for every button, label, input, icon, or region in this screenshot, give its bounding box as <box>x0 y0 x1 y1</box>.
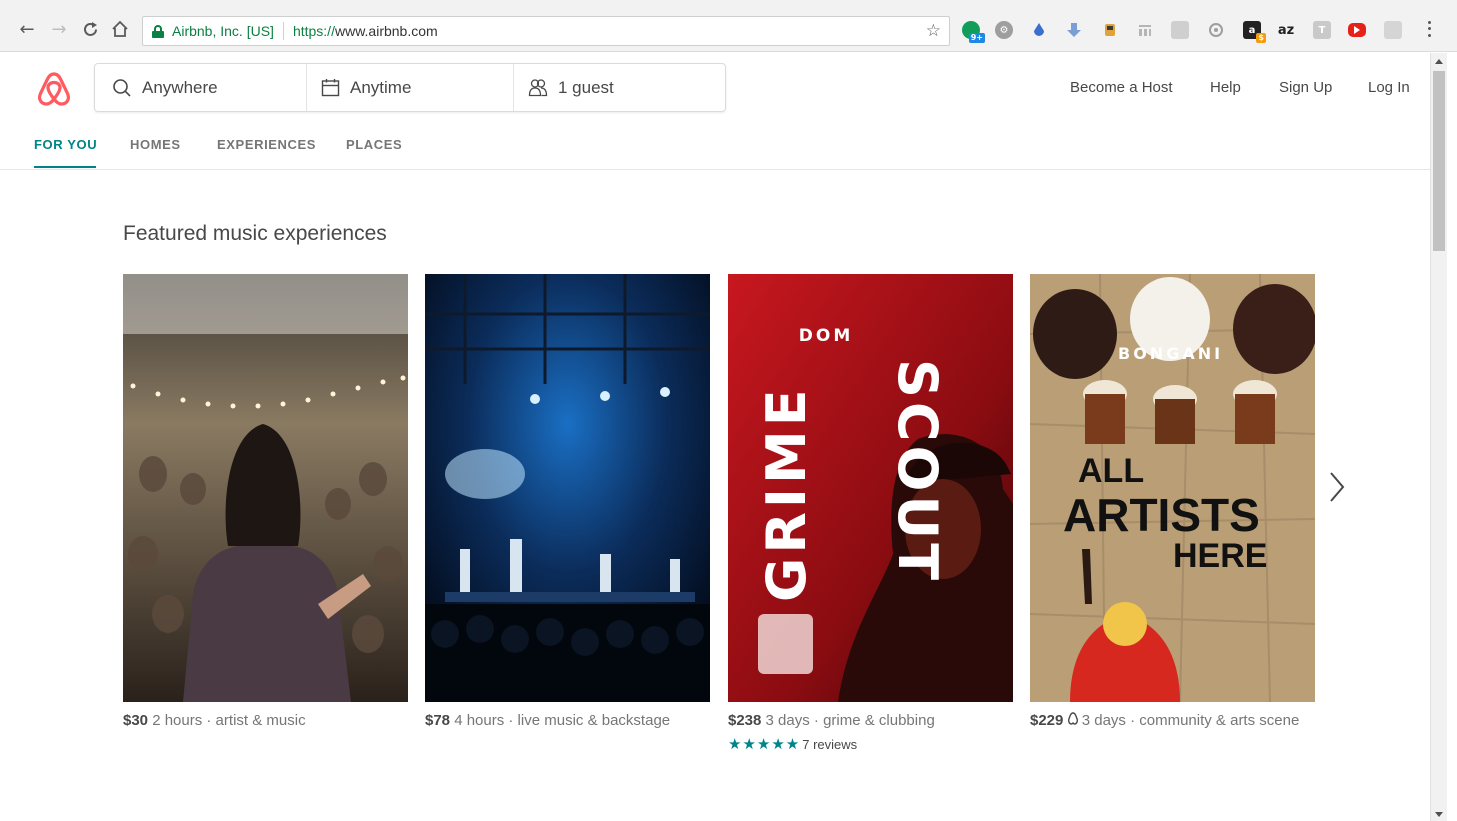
experience-card[interactable]: $30 2 hours · artist & music <box>123 274 408 731</box>
back-icon[interactable]: ← <box>17 19 37 40</box>
experience-photo[interactable]: BONGANI ALL ARTISTS HERE <box>1030 274 1315 702</box>
price: $78 <box>425 712 451 729</box>
location-placeholder: Anywhere <box>142 77 218 97</box>
experience-card[interactable]: DOM GRIME SCOUT $238 3 days · grime & cl… <box>728 274 1013 753</box>
experience-info: $238 3 days · grime & clubbing <box>728 711 1013 731</box>
experience-card[interactable]: BONGANI ALL ARTISTS HERE $229 3 days · c… <box>1030 274 1315 731</box>
experience-details: 3 days · community & arts scene <box>1077 712 1300 729</box>
search-bar[interactable]: Anywhere Anytime 1 guest <box>94 63 726 112</box>
tab-places[interactable]: PLACES <box>346 137 402 152</box>
experience-details: 2 hours · artist & music <box>148 712 306 729</box>
price: $238 <box>728 712 762 729</box>
address-bar[interactable]: Airbnb, Inc. [US] https://www.airbnb.com… <box>142 16 950 46</box>
tab-experiences[interactable]: EXPERIENCES <box>217 137 316 152</box>
hand-ext-icon[interactable] <box>1101 21 1119 39</box>
scroll-down-arrow-icon[interactable] <box>1435 812 1443 817</box>
category-tabs: FOR YOU HOMES EXPERIENCES PLACES <box>0 124 1430 170</box>
guests-search-field[interactable]: 1 guest <box>514 64 725 111</box>
az-ext-label: az <box>1277 22 1295 38</box>
guests-value: 1 guest <box>558 77 614 97</box>
reload-icon[interactable] <box>80 19 100 39</box>
experience-info: $229 3 days · community & arts scene <box>1030 711 1315 731</box>
bookmark-star-icon[interactable]: ☆ <box>926 21 941 41</box>
url-host: www.airbnb.com <box>334 23 438 39</box>
circle-ext-icon[interactable] <box>1207 21 1225 39</box>
log-in-link[interactable]: Log In <box>1368 79 1410 96</box>
settings-ext-icon[interactable]: ⚙ <box>995 21 1013 39</box>
search-icon <box>112 78 132 98</box>
price: $229 <box>1030 712 1064 729</box>
az-ext-icon[interactable]: az <box>1277 21 1295 39</box>
experience-info: $30 2 hours · artist & music <box>123 711 408 731</box>
blue-drop-ext-icon[interactable] <box>1030 21 1048 39</box>
ext-badge: 9+ <box>968 33 985 43</box>
section-title: Featured music experiences <box>123 222 387 245</box>
airbnb-plus-icon <box>1067 712 1078 725</box>
experience-info: $78 4 hours · live music & backstage <box>425 711 710 731</box>
experience-card[interactable]: $78 4 hours · live music & backstage <box>425 274 710 731</box>
help-link[interactable]: Help <box>1210 79 1241 96</box>
experience-photo[interactable]: DOM GRIME SCOUT <box>728 274 1013 702</box>
poster-artist-name: BONGANI <box>1118 344 1224 363</box>
home-icon[interactable] <box>110 19 130 39</box>
scrollbar-thumb[interactable] <box>1433 71 1445 251</box>
amazon-ext-icon[interactable]: a $ <box>1243 21 1266 43</box>
become-host-link[interactable]: Become a Host <box>1070 79 1173 96</box>
t-ext-label: T <box>1318 24 1326 36</box>
star-rating-icon: ★★★★★ <box>728 735 801 753</box>
sign-up-link[interactable]: Sign Up <box>1279 79 1332 96</box>
lock-icon <box>152 24 164 38</box>
poster-artist-name: DOM <box>798 326 854 346</box>
page-scrollbar[interactable] <box>1430 53 1447 821</box>
amazon-ext-label: a <box>1248 24 1256 36</box>
rating: ★★★★★ 7 reviews <box>728 735 1013 753</box>
youtube-ext-icon[interactable] <box>1348 23 1366 37</box>
price: $30 <box>123 712 149 729</box>
reader-ext-icon[interactable] <box>1136 21 1154 39</box>
review-count: 7 reviews <box>802 736 858 752</box>
airbnb-logo-icon[interactable] <box>36 68 72 108</box>
active-tab-indicator <box>34 166 96 168</box>
poster-title-right: SCOUT <box>886 359 949 585</box>
poster-line-3: HERE <box>1173 537 1268 575</box>
guests-icon <box>528 78 548 98</box>
pdf-ext-icon[interactable] <box>1384 21 1402 39</box>
carousel-next-icon[interactable] <box>1326 470 1348 504</box>
download-ext-icon[interactable] <box>1065 21 1083 39</box>
experience-photo[interactable] <box>123 274 408 702</box>
experience-details: 4 hours · live music & backstage <box>450 712 671 729</box>
location-search-field[interactable]: Anywhere <box>95 64 307 111</box>
t-ext-icon[interactable]: T <box>1313 21 1331 39</box>
calendar-icon <box>321 78 340 97</box>
browser-toolbar: ← → Airbnb, Inc. [US] https://www.airbnb… <box>0 0 1457 52</box>
certificate-label: Airbnb, Inc. [US] <box>172 23 274 39</box>
image-ext-icon[interactable] <box>1171 21 1189 39</box>
poster-line-2: ARTISTS <box>1063 489 1260 541</box>
experience-details: 3 days · grime & clubbing <box>761 712 935 729</box>
browser-menu-icon[interactable] <box>1424 19 1434 39</box>
date-search-field[interactable]: Anytime <box>307 64 514 111</box>
tab-for-you[interactable]: FOR YOU <box>34 137 97 152</box>
tab-homes[interactable]: HOMES <box>130 137 181 152</box>
green-circle-ext-icon[interactable]: 9+ <box>962 21 985 43</box>
poster-title-left: GRIME <box>755 385 818 602</box>
poster-line-1: ALL <box>1078 452 1145 490</box>
url-scheme: https:// <box>292 23 335 39</box>
forward-icon[interactable]: → <box>49 19 69 40</box>
omnibox-divider <box>282 22 284 40</box>
scroll-up-arrow-icon[interactable] <box>1435 59 1443 64</box>
experience-photo[interactable] <box>425 274 710 702</box>
date-placeholder: Anytime <box>350 77 412 97</box>
